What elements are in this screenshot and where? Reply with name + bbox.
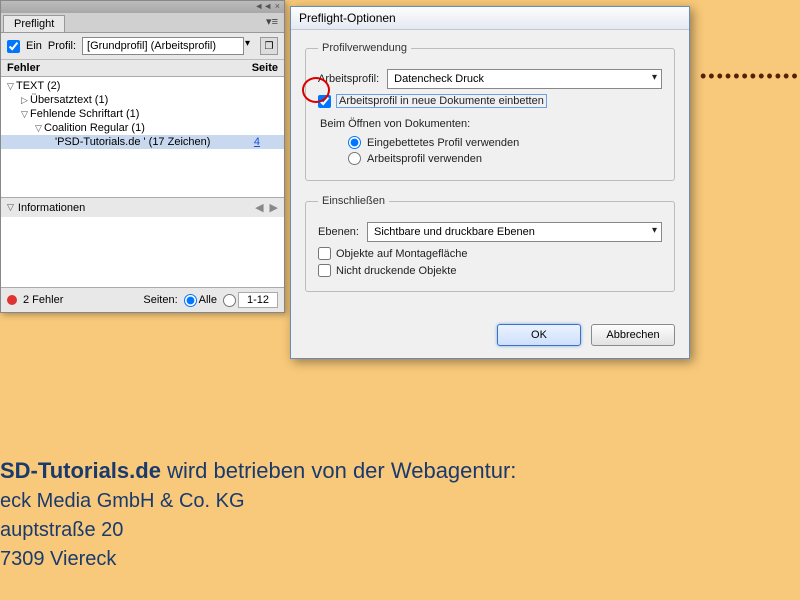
- tab-preflight[interactable]: Preflight: [3, 15, 65, 32]
- footer-line2: eck Media GmbH & Co. KG: [0, 487, 516, 516]
- footer-line4: 7309 Viereck: [0, 545, 516, 574]
- footer-brand: SD-Tutorials.de: [0, 458, 161, 483]
- profil-label: Profil:: [48, 40, 76, 52]
- tree-row[interactable]: ▷ Übersatztext (1): [1, 93, 284, 107]
- ein-checkbox[interactable]: [7, 40, 20, 53]
- open-label: Beim Öffnen von Dokumenten:: [320, 118, 662, 130]
- chevron-down-icon[interactable]: ▽: [5, 81, 16, 92]
- next-icon[interactable]: ▶: [270, 201, 278, 214]
- legend-einschliessen: Einschließen: [318, 195, 389, 207]
- ein-label: Ein: [26, 40, 42, 52]
- dialog-button-row: OK Abbrechen: [291, 318, 689, 358]
- chk-montageflaeche[interactable]: [318, 247, 331, 260]
- panel-tab-row: Preflight ▾≡: [1, 13, 284, 33]
- panel-titlebar: ◄◄ ×: [1, 1, 284, 13]
- ok-button[interactable]: OK: [497, 324, 581, 346]
- dialog-title: Preflight-Optionen: [291, 7, 689, 30]
- chevron-down-icon[interactable]: ▽: [19, 109, 30, 120]
- chk-nichtdruck-label: Nicht druckende Objekte: [336, 265, 456, 277]
- radio-alle[interactable]: [184, 294, 197, 307]
- embed-icon[interactable]: ❐: [260, 37, 278, 55]
- page-link[interactable]: 4: [254, 136, 280, 148]
- ebenen-label: Ebenen:: [318, 226, 359, 238]
- embed-checkbox[interactable]: [318, 95, 331, 108]
- radio-range[interactable]: [223, 294, 236, 307]
- tree-row[interactable]: ▽ Fehlende Schriftart (1): [1, 107, 284, 121]
- ebenen-dropdown[interactable]: [367, 222, 662, 242]
- arbeitsprofil-dropdown[interactable]: [387, 69, 662, 89]
- error-count: 2 Fehler: [23, 294, 63, 306]
- chevron-right-icon[interactable]: ▷: [19, 95, 30, 106]
- dotted-line-decoration: ••••••••••••: [700, 66, 800, 87]
- info-section: ▽ Informationen ◀ ▶: [1, 197, 284, 287]
- preflight-panel: ◄◄ × Preflight ▾≡ Ein Profil: ❐ Fehler S…: [0, 0, 285, 313]
- page-range-input[interactable]: [238, 292, 278, 308]
- tree-row[interactable]: ▽ Coalition Regular (1): [1, 121, 284, 135]
- chk-montage-label: Objekte auf Montagefläche: [336, 248, 467, 260]
- column-headers: Fehler Seite: [1, 60, 284, 77]
- alle-label: Alle: [199, 294, 217, 306]
- tree-label: Fehlende Schriftart (1): [30, 108, 139, 120]
- panel-footer: 2 Fehler Seiten: Alle: [1, 287, 284, 312]
- tree-row-selected[interactable]: 'PSD-Tutorials.de ' (17 Zeichen) 4: [1, 135, 284, 149]
- tree-label: Coalition Regular (1): [44, 122, 145, 134]
- panel-menu-icon[interactable]: ▾≡: [260, 13, 284, 32]
- info-header[interactable]: ▽ Informationen ◀ ▶: [1, 198, 284, 217]
- group-einschliessen: Einschließen Ebenen: Objekte auf Montage…: [305, 195, 675, 292]
- col-fehler: Fehler: [7, 62, 238, 74]
- group-profilverwendung: Profilverwendung Arbeitsprofil: Arbeitsp…: [305, 42, 675, 181]
- profil-dropdown[interactable]: [82, 37, 244, 55]
- panel-collapse-icon[interactable]: ◄◄: [254, 1, 272, 13]
- footer-text: SD-Tutorials.de wird betrieben von der W…: [0, 455, 516, 574]
- radio-embedded-profile[interactable]: [348, 136, 361, 149]
- panel-close-icon[interactable]: ×: [275, 1, 280, 13]
- tree-label: TEXT (2): [16, 80, 60, 92]
- radio-working-profile[interactable]: [348, 152, 361, 165]
- seiten-label: Seiten:: [143, 294, 177, 306]
- embed-label: Arbeitsprofil in neue Dokumente einbette…: [336, 94, 547, 108]
- legend-profilverwendung: Profilverwendung: [318, 42, 411, 54]
- col-seite: Seite: [238, 62, 278, 74]
- radio-embedded-label: Eingebettetes Profil verwenden: [367, 137, 519, 149]
- tree-label: 'PSD-Tutorials.de ' (17 Zeichen): [55, 136, 210, 148]
- cancel-button[interactable]: Abbrechen: [591, 324, 675, 346]
- chk-nichtdruckend[interactable]: [318, 264, 331, 277]
- panel-toolbar: Ein Profil: ❐: [1, 33, 284, 60]
- info-body: [1, 217, 284, 287]
- error-status-icon: [7, 295, 17, 305]
- footer-line1-rest: wird betrieben von der Webagentur:: [161, 458, 516, 483]
- chevron-down-icon[interactable]: ▽: [33, 123, 44, 134]
- radio-working-label: Arbeitsprofil verwenden: [367, 153, 482, 165]
- arbeitsprofil-label: Arbeitsprofil:: [318, 73, 379, 85]
- chevron-down-icon[interactable]: ▽: [7, 202, 14, 213]
- error-tree: ▽ TEXT (2) ▷ Übersatztext (1) ▽ Fehlende…: [1, 77, 284, 197]
- info-title: Informationen: [18, 202, 85, 214]
- tree-label: Übersatztext (1): [30, 94, 108, 106]
- prev-icon[interactable]: ◀: [255, 201, 263, 214]
- preflight-options-dialog: Preflight-Optionen Profilverwendung Arbe…: [290, 6, 690, 359]
- footer-line3: auptstraße 20: [0, 516, 516, 545]
- tree-row-root[interactable]: ▽ TEXT (2): [1, 79, 284, 93]
